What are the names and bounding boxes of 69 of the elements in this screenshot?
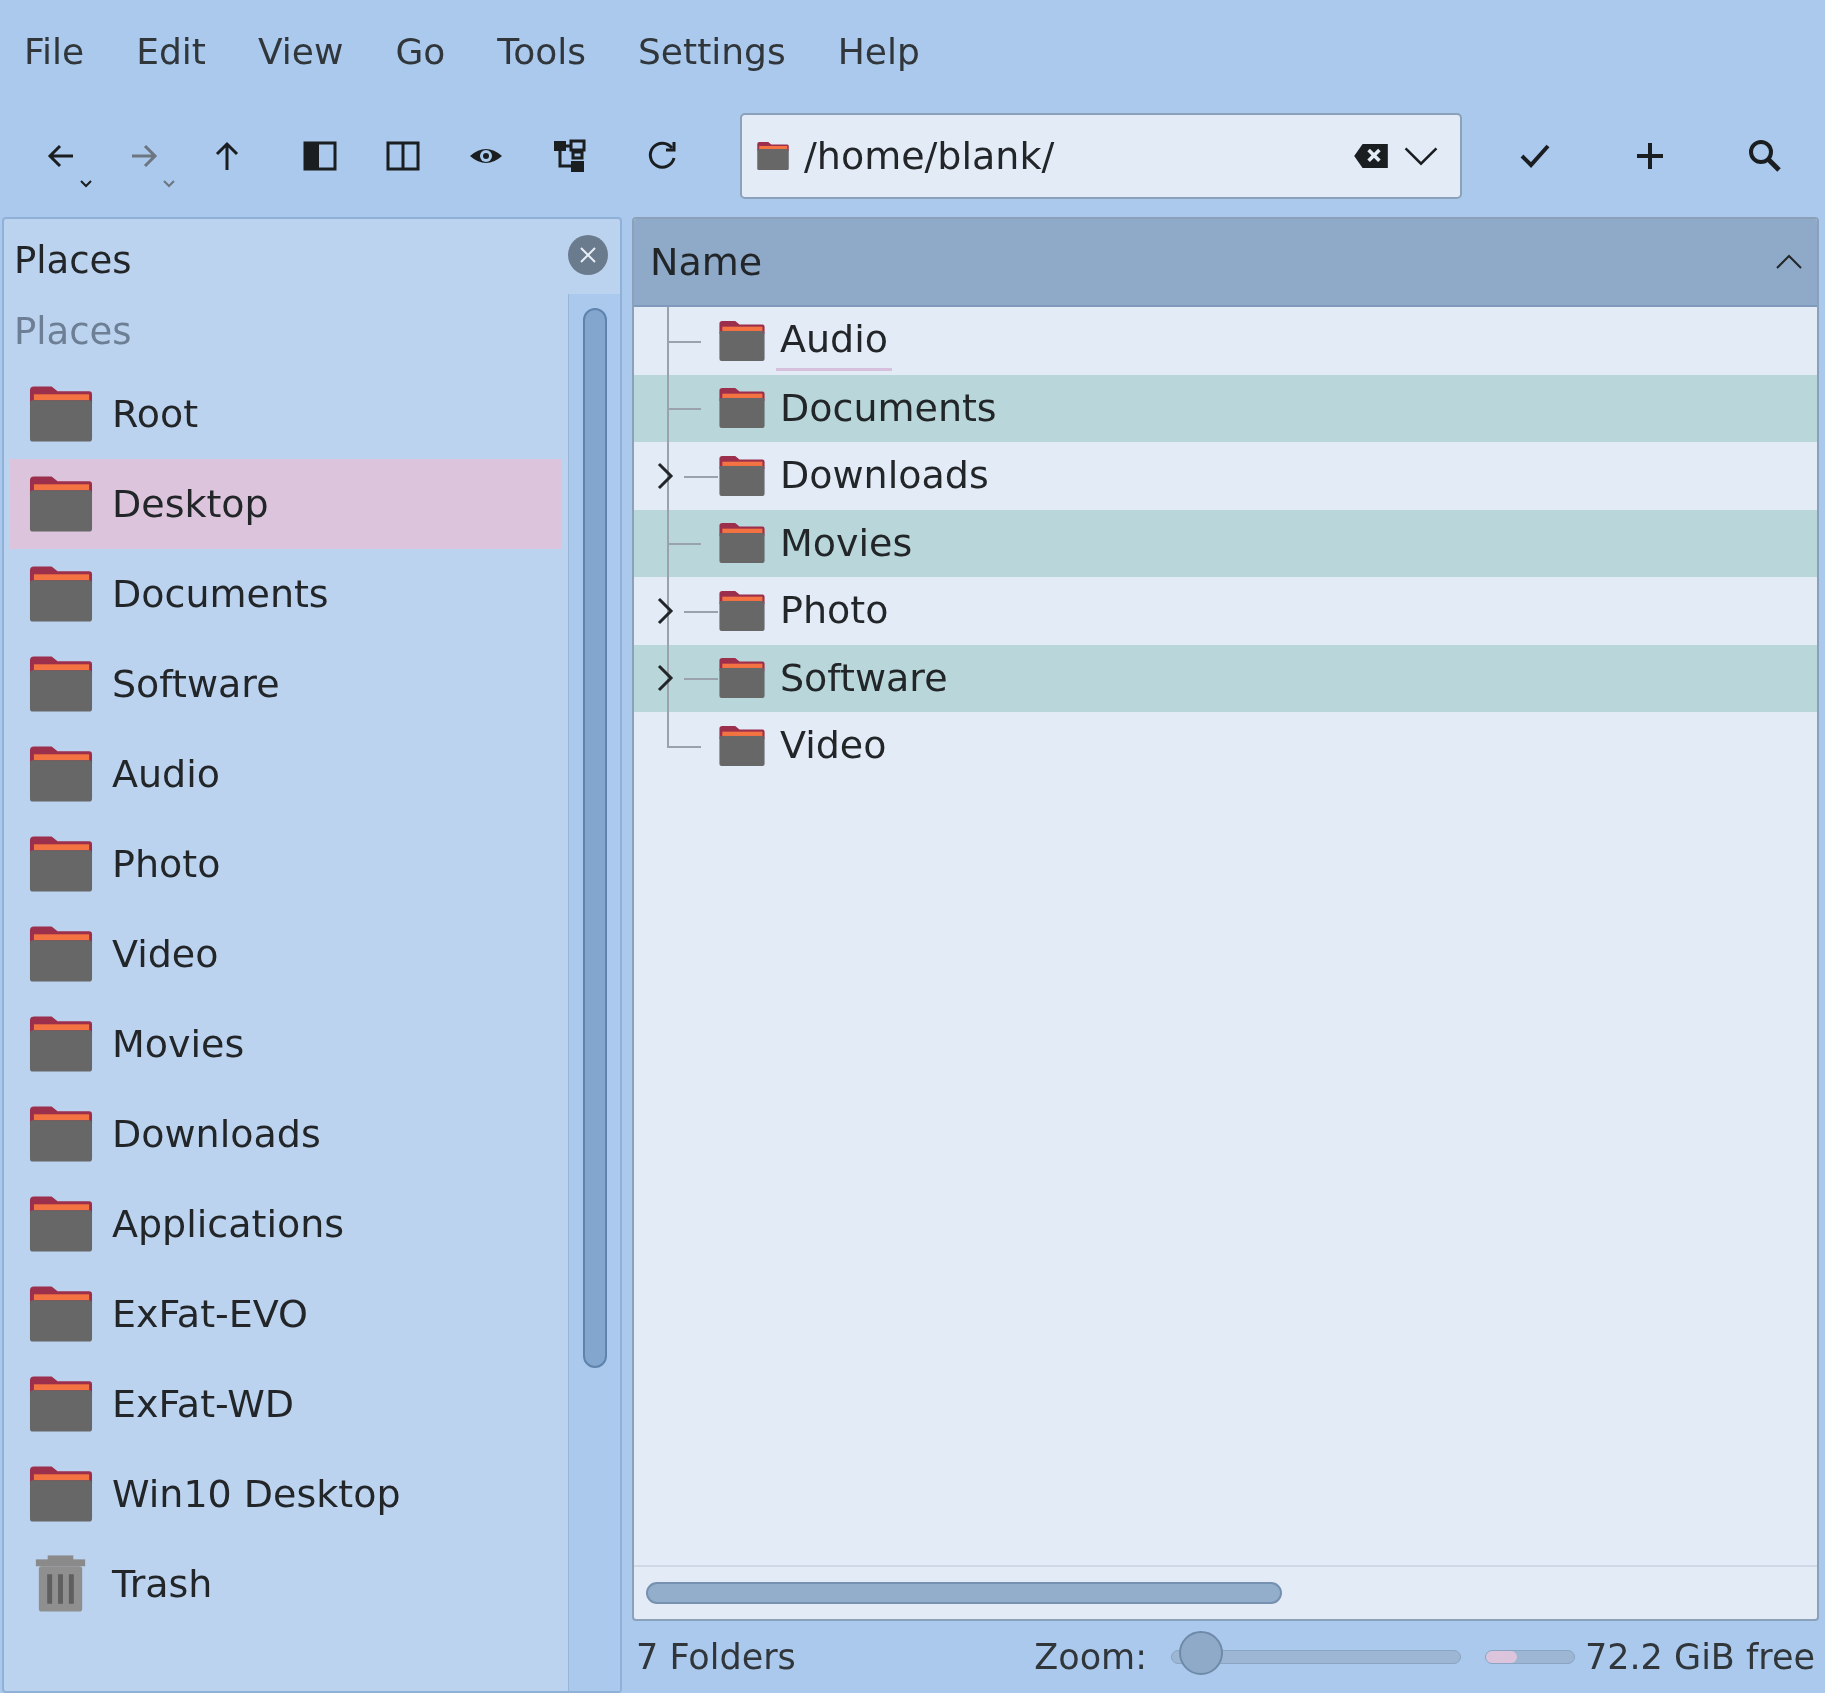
folder-icon	[28, 1014, 94, 1074]
folder-icon	[28, 654, 94, 714]
menu-item[interactable]: Settings	[638, 16, 812, 79]
address-bar[interactable]: /home/blank/	[740, 113, 1462, 199]
folder-icon	[718, 453, 766, 498]
chevron-up-icon	[1775, 254, 1803, 270]
places-item[interactable]: ExFat-EVO	[10, 1269, 562, 1359]
folder-icon	[718, 588, 766, 633]
folder-name[interactable]: Photo	[776, 582, 893, 640]
folder-icon	[718, 723, 766, 768]
places-item[interactable]: Audio	[10, 729, 562, 819]
search-icon	[1746, 138, 1783, 174]
folder-icon	[28, 1284, 94, 1344]
folder-name[interactable]: Downloads	[776, 447, 993, 505]
folder-icon	[756, 141, 790, 171]
menu-item[interactable]: View	[257, 16, 370, 79]
caret-icon	[79, 179, 93, 189]
places-item[interactable]: Applications	[10, 1179, 562, 1269]
folder-icon	[28, 384, 94, 444]
folder-icon	[28, 1374, 94, 1434]
folder-name[interactable]: Video	[776, 717, 891, 775]
free-space-text: 72.2 GiB free	[1584, 1635, 1815, 1679]
slider-handle[interactable]	[1178, 1631, 1223, 1675]
menu-item[interactable]: Edit	[136, 16, 232, 79]
folder-name[interactable]: Documents	[776, 379, 1001, 437]
folder-icon	[28, 564, 94, 624]
folder-icon	[28, 1194, 94, 1254]
menu-item[interactable]: Tools	[497, 16, 612, 79]
expand-chevron-icon[interactable]	[656, 595, 674, 626]
scrollbar-thumb[interactable]	[582, 308, 607, 1368]
folder-icon	[718, 656, 766, 701]
folder-icon	[28, 834, 94, 894]
section-heading: Places	[13, 309, 133, 355]
places-item[interactable]: Video	[10, 909, 562, 999]
folder-icon	[718, 521, 766, 566]
folder-name[interactable]: Audio	[776, 310, 892, 371]
close-icon	[578, 245, 598, 265]
folder-icon	[718, 386, 766, 431]
places-item[interactable]: Movies	[10, 999, 562, 1089]
panel-title: Places	[13, 238, 133, 284]
folder-icon	[718, 318, 766, 363]
places-item[interactable]: Downloads	[10, 1089, 562, 1179]
folder-name[interactable]: Movies	[776, 514, 917, 572]
places-item[interactable]: Documents	[10, 549, 562, 639]
menu-item[interactable]: Help	[837, 16, 946, 79]
location-field[interactable]: /home/blank/	[802, 126, 1346, 186]
zoom-label: Zoom:	[1034, 1635, 1147, 1679]
places-item[interactable]: Software	[10, 639, 562, 729]
folder-icon	[28, 474, 94, 534]
menu-item[interactable]: File	[24, 16, 111, 79]
expand-chevron-icon[interactable]	[656, 460, 674, 491]
places-item[interactable]: Desktop	[10, 459, 562, 549]
places-item[interactable]: Win10 Desktop	[10, 1449, 562, 1539]
scrollbar-thumb[interactable]	[646, 1582, 1282, 1604]
status-text: 7 Folders	[636, 1635, 796, 1679]
places-item[interactable]: Root	[10, 369, 562, 459]
places-item[interactable]: Photo	[10, 819, 562, 909]
places-item[interactable]: ExFat-WD	[10, 1359, 562, 1449]
folder-icon	[28, 1464, 94, 1524]
menu-item[interactable]: Go	[395, 16, 472, 79]
folder-icon	[28, 924, 94, 984]
folder-icon	[28, 1104, 94, 1164]
close-button[interactable]	[568, 235, 608, 275]
column-header[interactable]: Name	[634, 219, 1817, 307]
expand-chevron-icon[interactable]	[656, 663, 674, 694]
folder-icon	[28, 744, 94, 804]
places-item[interactable]: Trash	[10, 1539, 562, 1629]
folder-name[interactable]: Software	[776, 649, 952, 707]
caret-icon	[162, 179, 176, 189]
